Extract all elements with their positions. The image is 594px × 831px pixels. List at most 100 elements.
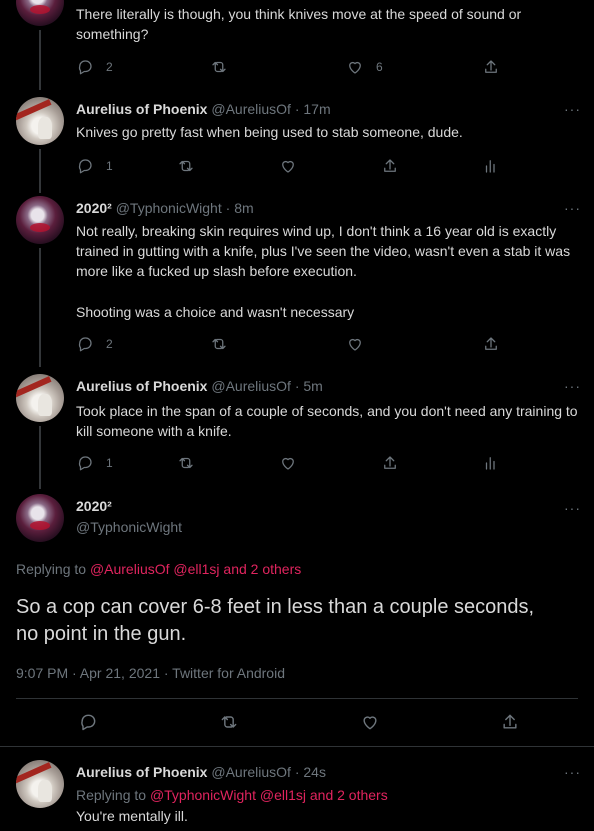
tweet-header: Aurelius of Phoenix @AureliusOf · 5m — [76, 377, 323, 395]
reply-count: 2 — [106, 60, 113, 74]
retweet-button[interactable] — [177, 453, 195, 473]
replying-others[interactable]: 2 others — [251, 561, 302, 577]
thread-line — [39, 248, 41, 367]
analytics-icon — [485, 160, 495, 173]
replying-others[interactable]: 2 others — [337, 787, 388, 803]
like-button[interactable] — [279, 453, 297, 473]
replying-handles[interactable]: @AureliusOf @ell1sj — [90, 561, 220, 577]
avatar[interactable] — [16, 494, 64, 542]
retweet-icon — [212, 338, 226, 350]
more-options-icon[interactable]: ··· — [564, 501, 581, 515]
share-button[interactable] — [500, 712, 520, 732]
heart-icon — [349, 338, 361, 351]
share-icon — [384, 159, 396, 172]
share-icon — [485, 60, 497, 73]
reply-count: 1 — [106, 456, 113, 470]
analytics-icon — [485, 457, 495, 470]
reply-button[interactable]: 2 — [76, 57, 113, 77]
replying-to: Replying to @TyphonicWight @ell1sj and 2… — [76, 787, 388, 803]
timestamp[interactable]: · 17m — [295, 101, 331, 117]
user-handle[interactable]: @AureliusOf — [211, 764, 291, 780]
avatar[interactable] — [16, 97, 64, 145]
retweet-button[interactable] — [210, 334, 228, 354]
replying-and[interactable]: and — [223, 561, 246, 577]
timestamp[interactable]: · 8m — [226, 200, 254, 216]
divider — [0, 746, 594, 747]
tweet-text: Knives go pretty fast when being used to… — [76, 124, 463, 140]
retweet-button[interactable] — [210, 57, 228, 77]
avatar[interactable] — [16, 760, 64, 808]
more-options-icon[interactable]: ··· — [564, 201, 581, 215]
thread-line — [39, 426, 41, 489]
tweet-header: Aurelius of Phoenix @AureliusOf · 24s — [76, 763, 326, 781]
reply-icon — [81, 714, 96, 731]
like-count: 6 — [376, 60, 383, 74]
like-button[interactable] — [346, 334, 364, 354]
like-button[interactable]: 6 — [346, 57, 383, 77]
replying-handles[interactable]: @TyphonicWight @ell1sj — [150, 787, 306, 803]
avatar[interactable] — [16, 196, 64, 244]
display-name[interactable]: 2020² — [76, 498, 112, 514]
main-tweet-text: So a cop can cover 6-8 feet in less than… — [16, 596, 535, 645]
display-name[interactable]: 2020² — [76, 200, 112, 216]
replying-to: Replying to @AureliusOf @ell1sj and 2 ot… — [16, 561, 301, 577]
retweet-button[interactable] — [219, 712, 239, 732]
tweet-text: There literally is though, you think kni… — [76, 6, 522, 42]
tweet-meta[interactable]: 9:07 PM · Apr 21, 2021 · Twitter for And… — [16, 665, 285, 681]
retweet-icon — [179, 457, 193, 469]
share-button[interactable] — [482, 57, 500, 77]
retweet-button[interactable] — [177, 156, 195, 176]
replying-prefix: Replying to — [76, 787, 147, 803]
heart-icon — [282, 457, 294, 470]
share-button[interactable] — [482, 334, 500, 354]
share-icon — [485, 337, 497, 350]
display-name[interactable]: Aurelius of Phoenix — [76, 764, 207, 780]
timestamp[interactable]: · 5m — [295, 378, 323, 394]
heart-icon — [363, 716, 377, 730]
user-handle[interactable]: @AureliusOf — [211, 101, 291, 117]
thread-line — [39, 30, 41, 90]
reply-icon — [78, 60, 92, 75]
share-button[interactable] — [381, 156, 399, 176]
reply-button[interactable]: 2 — [76, 334, 113, 354]
reply-icon — [78, 456, 92, 471]
display-name[interactable]: Aurelius of Phoenix — [76, 378, 207, 394]
reply-button[interactable] — [78, 712, 98, 732]
reply-button[interactable]: 1 — [76, 453, 113, 473]
tweet-header: Aurelius of Phoenix @AureliusOf · 17m — [76, 100, 331, 118]
main-tweet-actions — [0, 712, 594, 732]
more-options-icon[interactable]: ··· — [564, 379, 581, 393]
reply-button[interactable]: 1 — [76, 156, 113, 176]
tweet-actions: 1 — [76, 156, 516, 176]
user-handle[interactable]: @TyphonicWight — [116, 200, 222, 216]
user-handle[interactable]: @AureliusOf — [211, 378, 291, 394]
user-handle[interactable]: @TyphonicWight — [76, 519, 182, 535]
share-icon — [503, 714, 517, 729]
reply-count: 1 — [106, 159, 113, 173]
more-options-icon[interactable]: ··· — [564, 102, 581, 116]
tweet-actions: 2 6 — [76, 57, 516, 77]
tweet-text: Not really, breaking skin requires wind … — [76, 223, 571, 279]
display-name[interactable]: Aurelius of Phoenix — [76, 101, 207, 117]
reply-count: 2 — [106, 337, 113, 351]
share-icon — [384, 456, 396, 469]
like-button[interactable] — [279, 156, 297, 176]
tweet-text: Shooting was a choice and wasn't necessa… — [76, 304, 355, 320]
retweet-icon — [179, 160, 193, 172]
avatar[interactable] — [16, 0, 64, 26]
retweet-icon — [212, 61, 226, 73]
tweet-actions: 1 — [76, 453, 516, 473]
timestamp[interactable]: · 24s — [295, 764, 326, 780]
heart-icon — [282, 160, 294, 173]
analytics-button[interactable] — [482, 156, 500, 176]
analytics-button[interactable] — [482, 453, 500, 473]
reply-icon — [78, 159, 92, 174]
retweet-icon — [221, 716, 237, 728]
divider — [16, 698, 578, 699]
avatar[interactable] — [16, 374, 64, 422]
more-options-icon[interactable]: ··· — [564, 765, 581, 779]
like-button[interactable] — [360, 712, 380, 732]
thread-line — [39, 149, 41, 193]
replying-and[interactable]: and — [310, 787, 333, 803]
share-button[interactable] — [381, 453, 399, 473]
